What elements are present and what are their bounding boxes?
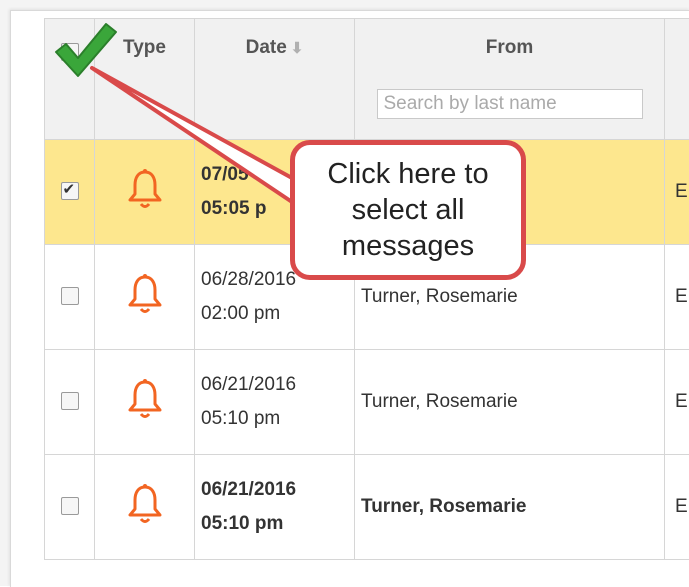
row-from-cell: Turner, Rosemarie: [355, 455, 665, 560]
from-column-header[interactable]: From: [355, 19, 665, 140]
callout-line-3: messages: [327, 228, 488, 264]
bell-icon: [126, 483, 164, 525]
row-time: 05:10 pm: [201, 507, 354, 541]
callout-line-2: select all: [327, 192, 488, 228]
row-from-name: Turner, Rosemarie: [361, 286, 518, 307]
row-select-cell[interactable]: [45, 455, 95, 560]
row-select-cell[interactable]: [45, 140, 95, 245]
row-from-name: Turner, Rosemarie: [361, 391, 518, 412]
row-date: 06/21/2016: [201, 368, 354, 402]
row-date-cell: 06/21/2016 05:10 pm: [195, 455, 355, 560]
green-checkmark-icon: [50, 16, 120, 86]
next-column-header: [665, 19, 689, 140]
row-checkbox[interactable]: [61, 182, 79, 200]
row-date: 06/21/2016: [201, 473, 354, 507]
table-row[interactable]: 06/21/2016 05:10 pm Turner, Rosemarie E: [45, 455, 689, 560]
row-checkbox[interactable]: [61, 497, 79, 515]
row-select-cell[interactable]: [45, 350, 95, 455]
from-header-label: From: [486, 37, 534, 58]
row-type-cell: [95, 350, 195, 455]
sort-desc-icon[interactable]: ⬇: [291, 40, 304, 57]
row-date-cell: 06/21/2016 05:10 pm: [195, 350, 355, 455]
row-from-cell: Turner, Rosemarie: [355, 350, 665, 455]
row-from-name: Turner, Rosemarie: [361, 496, 526, 517]
callout-line-1: Click here to: [327, 156, 488, 192]
row-time: 05:10 pm: [201, 402, 354, 436]
row-checkbox[interactable]: [61, 287, 79, 305]
row-select-cell[interactable]: [45, 245, 95, 350]
row-time: 02:00 pm: [201, 297, 354, 331]
search-last-name-input[interactable]: [377, 89, 643, 119]
table-row[interactable]: 06/21/2016 05:10 pm Turner, Rosemarie E: [45, 350, 689, 455]
row-type-cell: [95, 245, 195, 350]
bell-icon: [126, 168, 164, 210]
select-all-callout: Click here to select all messages: [290, 140, 526, 280]
row-type-cell: [95, 455, 195, 560]
row-extra-cell: E: [665, 455, 689, 560]
row-extra-cell: E: [665, 140, 689, 245]
messages-table: Type Date⬇ From: [44, 18, 689, 560]
bell-icon: [126, 273, 164, 315]
row-checkbox[interactable]: [61, 392, 79, 410]
row-extra-cell: E: [665, 245, 689, 350]
date-column-header[interactable]: Date⬇: [195, 19, 355, 140]
bell-icon: [126, 378, 164, 420]
type-header-label: Type: [123, 37, 166, 58]
date-header-label: Date: [246, 37, 287, 58]
row-type-cell: [95, 140, 195, 245]
table-header-row: Type Date⬇ From: [45, 19, 689, 140]
row-extra-cell: E: [665, 350, 689, 455]
